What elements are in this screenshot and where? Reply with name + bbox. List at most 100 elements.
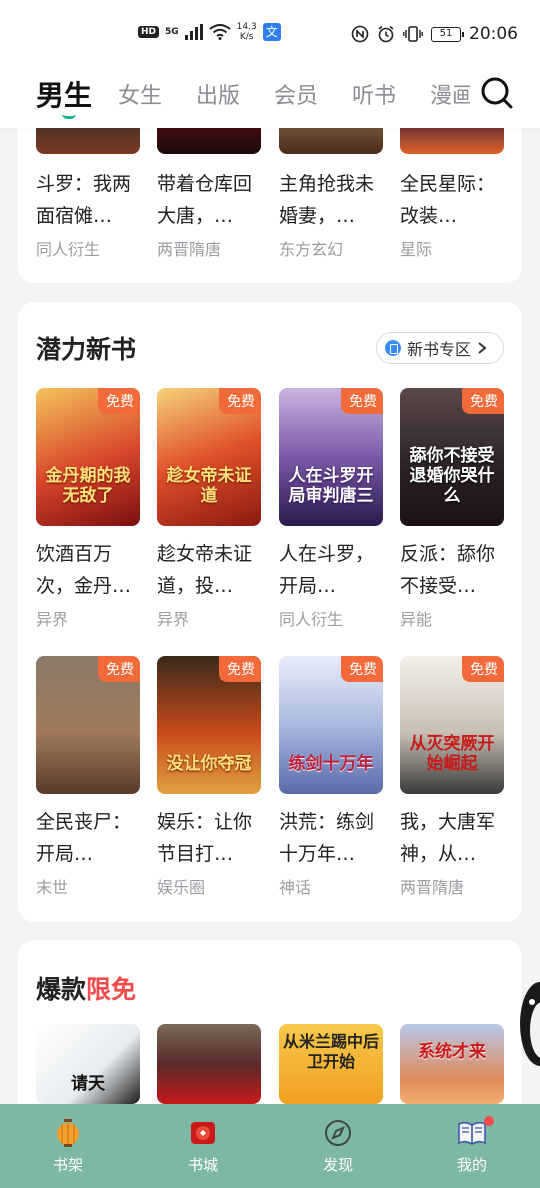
book-cover[interactable]: 从米兰踢中后卫开始 <box>279 1024 383 1104</box>
book-title[interactable]: 人在斗罗，开局… <box>279 538 383 602</box>
alarm-icon <box>378 25 394 43</box>
cover-text: 金丹期的我无敌了 <box>45 466 131 506</box>
book-cover[interactable]: 免费 练剑十万年 <box>279 656 383 794</box>
free-badge: 免费 <box>462 388 504 414</box>
book-cover[interactable]: 免费 <box>36 656 140 794</box>
new-books-zone-label: 新书专区 <box>407 340 472 359</box>
category-tabs: 男生 女生 出版 会员 听书 漫画 <box>0 64 540 128</box>
cover-text: 从灭突厥开始崛起 <box>409 734 495 774</box>
cover-text: 练剑十万年 <box>288 754 374 774</box>
book-tag: 娱乐圈 <box>157 878 206 897</box>
nav-label: 发现 <box>322 1156 353 1174</box>
book-cover[interactable] <box>157 1024 261 1104</box>
book-tag: 神话 <box>279 878 312 897</box>
book-item[interactable]: 免费 从灭突厥开始崛起 我，大唐军神，从… 两晋隋唐 <box>400 656 504 898</box>
book-tag: 两晋隋唐 <box>400 878 465 897</box>
net-speed: 14.3 K/s <box>237 22 257 42</box>
book-title[interactable]: 洪荒：练剑十万年… <box>279 806 383 870</box>
nav-bookstore[interactable]: 书城 <box>163 1118 243 1175</box>
book-cover[interactable]: 免费 趁女帝未证道 <box>157 388 261 526</box>
book-cover[interactable]: 免费 金丹期的我无敌了 <box>36 388 140 526</box>
tab-publish[interactable]: 出版 <box>196 78 240 110</box>
nav-discover[interactable]: 发现 <box>298 1118 378 1175</box>
book-item[interactable]: 免费 趁女帝未证道 趁女帝未证道，投… 异界 <box>157 388 261 630</box>
tab-member[interactable]: 会员 <box>274 78 318 110</box>
book-cover[interactable]: 免费 舔你不接受退婚你哭什么 <box>400 388 504 526</box>
net-speed-value: 14.3 <box>236 22 257 32</box>
book-title[interactable]: 趁女帝未证道，投… <box>157 538 261 602</box>
book-item[interactable]: 免费 人在斗罗开局审判唐三 人在斗罗，开局… 同人衍生 <box>279 388 383 630</box>
compass-icon <box>325 1120 351 1146</box>
signal-icon <box>184 24 203 40</box>
book-cover[interactable]: 免费 没让你夺冠 <box>157 656 261 794</box>
book-item[interactable]: 请天 <box>36 1024 140 1104</box>
network-label: 5G <box>165 27 179 37</box>
book-title[interactable]: 全民星际：改装… <box>400 168 504 232</box>
book-item[interactable]: 带着仓库回大唐，… 两晋隋唐 <box>157 110 261 260</box>
book-item[interactable]: 系统才来 <box>400 1024 504 1104</box>
book-cover[interactable]: 免费 人在斗罗开局审判唐三 <box>279 388 383 526</box>
bottom-navigation: 书架 书城 发现 我的 <box>0 1104 540 1188</box>
nav-mine[interactable]: 我的 <box>432 1116 512 1175</box>
nav-bookshelf[interactable]: 书架 <box>28 1118 108 1175</box>
nav-label: 书架 <box>52 1156 83 1174</box>
section-title: 爆款限免 <box>36 970 136 1006</box>
status-center: HD 5G 14.3 K/s 文 <box>138 22 281 42</box>
tab-comics[interactable]: 漫画 <box>430 78 470 110</box>
cover-text: 人在斗罗开局审判唐三 <box>288 466 374 506</box>
book-title[interactable]: 娱乐：让你节目打… <box>157 806 261 870</box>
book-item[interactable]: 免费 舔你不接受退婚你哭什么 反派：舔你不接受… 异能 <box>400 388 504 630</box>
book-tag: 末世 <box>36 878 69 897</box>
open-book-icon <box>458 1121 486 1145</box>
search-icon[interactable] <box>480 76 514 110</box>
book-title[interactable]: 饮酒百万次，金丹… <box>36 538 140 602</box>
free-badge: 免费 <box>219 388 261 414</box>
vibrate-icon <box>403 26 423 42</box>
book-item[interactable]: 斗罗：我两面宿傩… 同人衍生 <box>36 110 140 260</box>
section-title-main: 爆款 <box>36 975 87 1004</box>
bookshelf-lantern-icon <box>57 1119 79 1147</box>
book-tag: 同人衍生 <box>36 240 101 259</box>
book-title[interactable]: 带着仓库回大唐，… <box>157 168 261 232</box>
book-item[interactable]: 免费 全民丧尸：开局… 末世 <box>36 656 140 898</box>
nav-label: 书城 <box>187 1156 218 1174</box>
book-title[interactable]: 反派：舔你不接受… <box>400 538 504 602</box>
book-item[interactable]: 免费 没让你夺冠 娱乐：让你节目打… 娱乐圈 <box>157 656 261 898</box>
tab-female[interactable]: 女生 <box>118 78 162 110</box>
book-tag: 同人衍生 <box>279 610 344 629</box>
tab-male[interactable]: 男生 <box>36 74 92 114</box>
nfc-icon <box>351 25 369 43</box>
free-badge: 免费 <box>341 656 383 682</box>
prev-book-card: 斗罗：我两面宿傩… 同人衍生 带着仓库回大唐，… 两晋隋唐 主角抢我未婚妻，… … <box>18 110 522 283</box>
battery-indicator: 51 <box>431 26 464 42</box>
book-tag: 异能 <box>400 610 433 629</box>
bookstore-icon <box>191 1122 215 1144</box>
book-tag: 异界 <box>157 610 190 629</box>
free-badge: 免费 <box>462 656 504 682</box>
book-title[interactable]: 我，大唐军神，从… <box>400 806 504 870</box>
book-item[interactable]: 全民星际：改装… 星际 <box>400 110 504 260</box>
wifi-icon <box>209 24 231 40</box>
new-books-zone-button[interactable]: 新书专区 <box>376 332 504 364</box>
free-badge: 免费 <box>98 388 140 414</box>
book-cover[interactable]: 系统才来 <box>400 1024 504 1104</box>
tab-audio[interactable]: 听书 <box>352 78 396 110</box>
book-item[interactable]: 免费 练剑十万年 洪荒：练剑十万年… 神话 <box>279 656 383 898</box>
mascot-penguin-icon[interactable] <box>512 974 540 1074</box>
book-title[interactable]: 全民丧尸：开局… <box>36 806 140 870</box>
book-cover[interactable]: 免费 从灭突厥开始崛起 <box>400 656 504 794</box>
book-item[interactable] <box>157 1024 261 1104</box>
free-badge: 免费 <box>341 388 383 414</box>
book-item[interactable]: 免费 金丹期的我无敌了 饮酒百万次，金丹… 异界 <box>36 388 140 630</box>
notification-dot <box>484 1116 494 1126</box>
book-item[interactable]: 从米兰踢中后卫开始 <box>279 1024 383 1104</box>
status-time: 20:06 <box>469 24 518 44</box>
book-title[interactable]: 斗罗：我两面宿傩… <box>36 168 140 232</box>
book-item[interactable]: 主角抢我未婚妻，… 东方玄幻 <box>279 110 383 260</box>
cover-text: 趁女帝未证道 <box>166 466 252 506</box>
status-right: 51 20:06 <box>351 24 518 44</box>
book-cover[interactable]: 请天 <box>36 1024 140 1104</box>
free-badge: 免费 <box>219 656 261 682</box>
cover-text: 请天 <box>71 1074 105 1094</box>
book-title[interactable]: 主角抢我未婚妻，… <box>279 168 383 232</box>
